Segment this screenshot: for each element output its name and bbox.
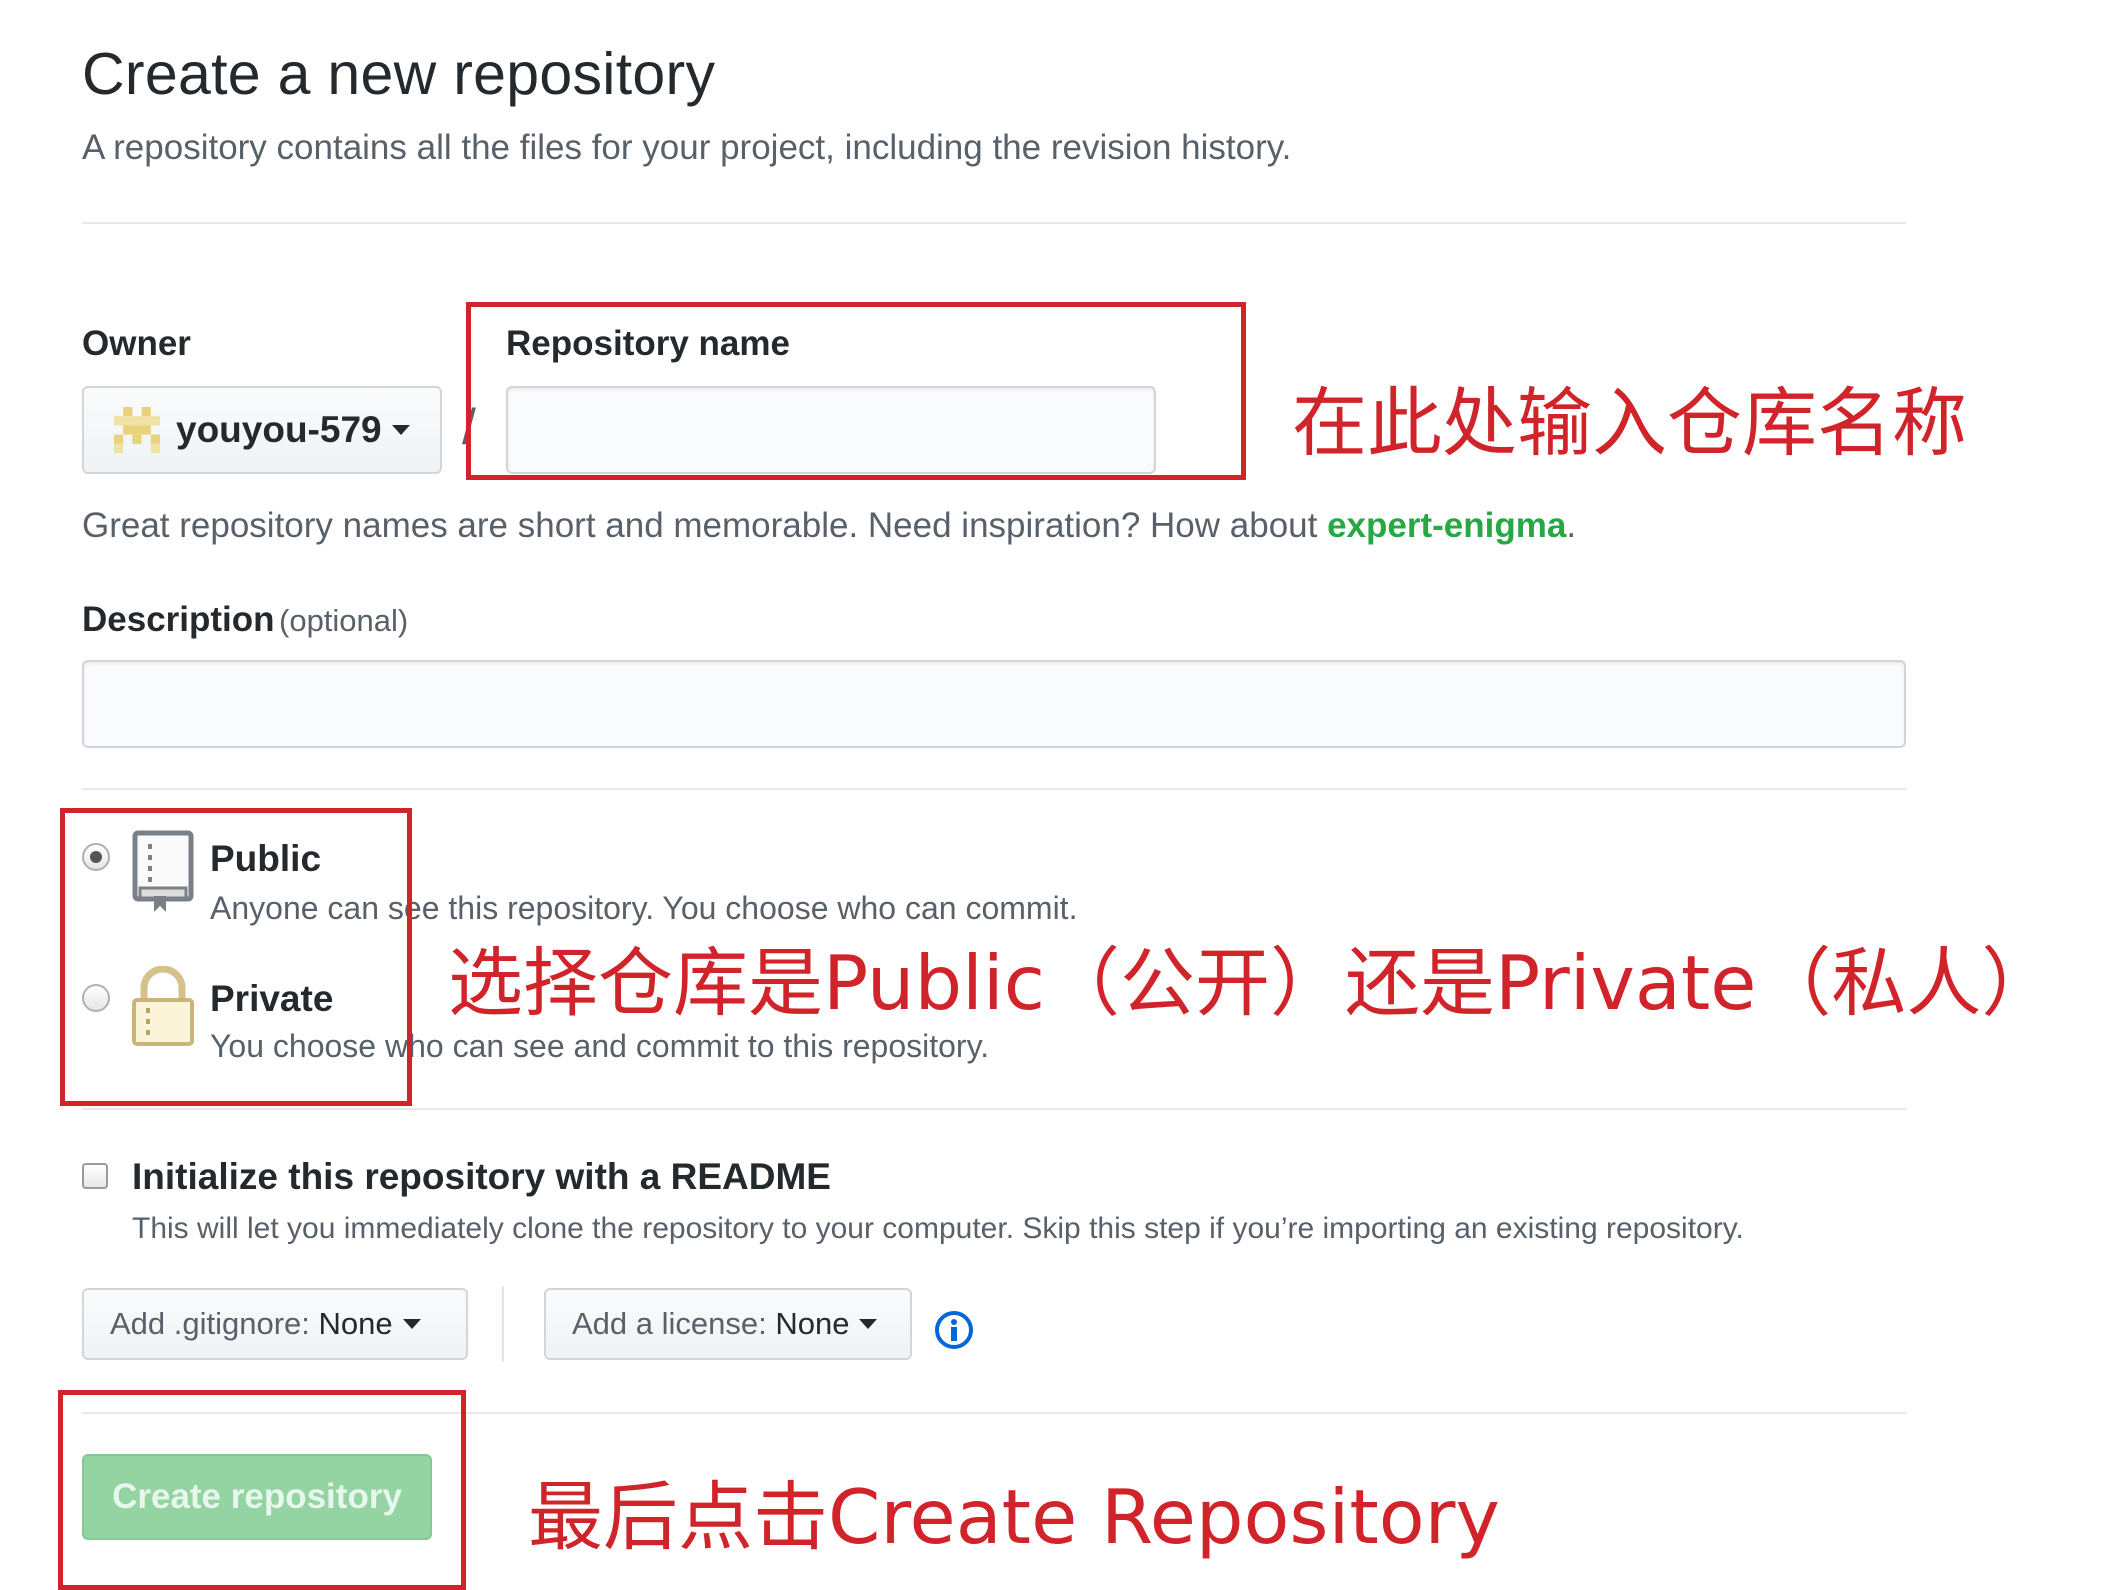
annotation-repo-name: 在此处输入仓库名称: [1292, 379, 1968, 467]
info-icon[interactable]: [934, 1310, 974, 1350]
gitignore-prefix: Add .gitignore:: [110, 1306, 310, 1341]
description-optional: (optional): [279, 603, 409, 638]
name-suggestion-link[interactable]: expert-enigma: [1327, 506, 1566, 545]
readme-label: Initialize this repository with a README: [132, 1156, 831, 1197]
name-hint-text: Great repository names are short and mem…: [82, 506, 1328, 545]
divider: [82, 788, 1906, 790]
chevron-down-icon: [859, 1319, 878, 1329]
description-label-row: Description (optional): [82, 600, 408, 640]
chevron-down-icon: [391, 425, 410, 435]
annotation-visibility: 选择仓库是Public（公开）还是Private（私人）: [448, 939, 2057, 1027]
owner-label: Owner: [82, 324, 191, 363]
description-input[interactable]: [82, 660, 1906, 748]
gitignore-dropdown[interactable]: Add .gitignore: None: [82, 1288, 468, 1360]
description-label: Description: [82, 600, 275, 639]
divider: [82, 1108, 1906, 1110]
highlight-box-visibility: [60, 808, 412, 1106]
gitignore-value: None: [318, 1306, 393, 1341]
page-title: Create a new repository: [82, 41, 716, 107]
page-subtitle: A repository contains all the files for …: [82, 128, 1292, 167]
name-hint-end: .: [1566, 506, 1577, 545]
highlight-box-submit: [58, 1390, 466, 1590]
license-prefix: Add a license:: [572, 1306, 767, 1341]
owner-dropdown[interactable]: youyou-579: [82, 386, 442, 474]
readme-checkbox[interactable]: [82, 1163, 108, 1189]
button-separator: [502, 1286, 504, 1362]
readme-note: This will let you immediately clone the …: [132, 1212, 1744, 1245]
divider: [82, 222, 1906, 224]
owner-avatar-icon: [114, 407, 160, 453]
license-dropdown[interactable]: Add a license: None: [544, 1288, 912, 1360]
owner-name: youyou-579: [176, 409, 382, 450]
name-hint: Great repository names are short and mem…: [82, 506, 1576, 546]
chevron-down-icon: [402, 1319, 421, 1329]
license-value: None: [775, 1306, 850, 1341]
highlight-box-repo-name: [466, 302, 1246, 480]
annotation-submit: 最后点击Create Repository: [528, 1473, 1500, 1561]
